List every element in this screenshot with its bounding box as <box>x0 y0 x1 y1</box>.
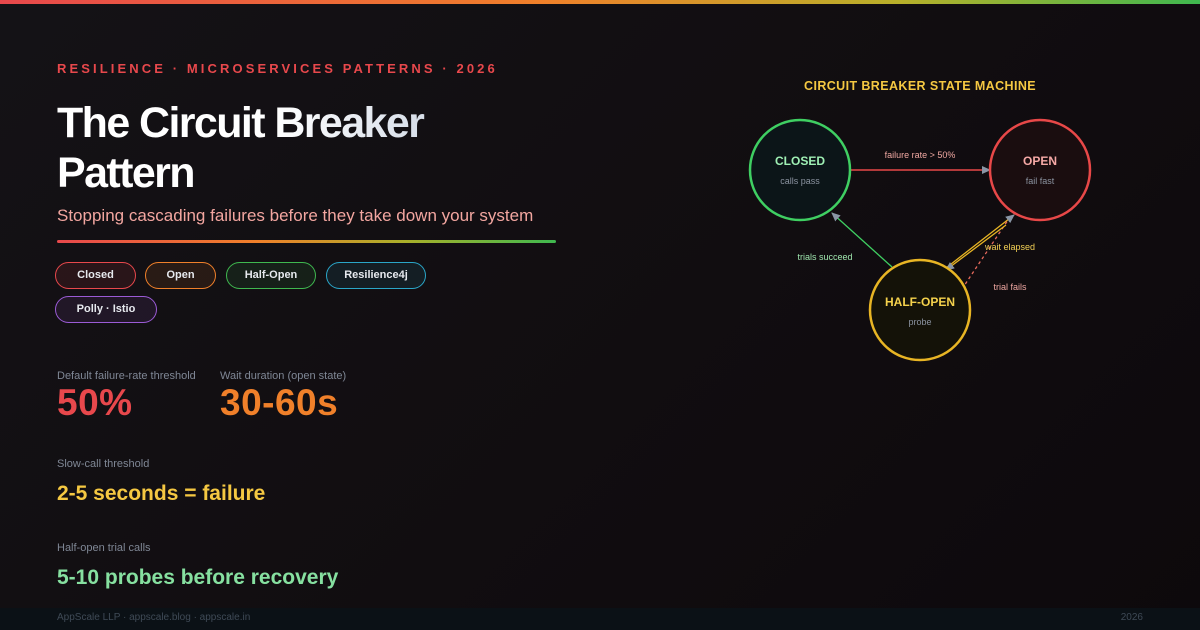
page-title: The Circuit Breaker Pattern <box>57 98 537 198</box>
label-wait-elapsed: wait elapsed <box>984 242 1035 252</box>
page-subtitle: Stopping cascading failures before they … <box>57 206 534 225</box>
gradient-divider <box>57 240 556 243</box>
stat-slow-call-value: 2-5 seconds = failure <box>57 482 266 505</box>
state-closed-sub: calls pass <box>780 176 820 186</box>
stat-failure-threshold-value: 50% <box>57 382 133 423</box>
state-closed-name: CLOSED <box>775 154 825 168</box>
stat-wait-duration-label: Wait duration (open state) <box>220 370 347 382</box>
state-open-name: OPEN <box>1023 154 1057 168</box>
label-trial-fails: trial fails <box>993 282 1027 292</box>
tag-half-open: Half-Open <box>226 262 316 289</box>
tag-closed: Closed <box>55 262 136 289</box>
state-half-open-name: HALF-OPEN <box>885 295 955 309</box>
tag-polly-istio: Polly · Istio <box>55 296 157 323</box>
footer-bar: AppScale LLP · appscale.blog · appscale.… <box>0 608 1200 630</box>
stat-wait-duration-value: 30-60s <box>220 382 339 423</box>
edge-trial-fails-dashed <box>961 219 1009 290</box>
footer-year: 2026 <box>1120 612 1143 623</box>
eyebrow-text: RESILIENCE · MICROSERVICES PATTERNS · 20… <box>57 61 498 76</box>
state-machine-diagram: CIRCUIT BREAKER STATE MACHINE failure ra… <box>748 79 1092 362</box>
diagram-title: CIRCUIT BREAKER STATE MACHINE <box>804 79 1036 93</box>
footer-credits: AppScale LLP · appscale.blog · appscale.… <box>57 612 251 623</box>
tag-resilience4j: Resilience4j <box>326 262 426 289</box>
top-accent-bar <box>0 0 1200 4</box>
stat-failure-threshold-label: Default failure-rate threshold <box>57 370 196 382</box>
state-half-open-sub: probe <box>908 317 931 327</box>
state-closed: CLOSED calls pass <box>748 118 852 222</box>
label-trials-succeed: trials succeed <box>797 252 852 262</box>
tag-open: Open <box>145 262 216 289</box>
state-open: OPEN fail fast <box>988 118 1092 222</box>
state-half-open: HALF-OPEN probe <box>868 258 972 362</box>
label-failure-rate: failure rate > 50% <box>885 150 956 160</box>
stat-slow-call-label: Slow-call threshold <box>57 458 150 470</box>
stat-trial-calls-value: 5-10 probes before recovery <box>57 566 339 589</box>
state-open-sub: fail fast <box>1026 176 1055 186</box>
stat-trial-calls-label: Half-open trial calls <box>57 542 151 554</box>
